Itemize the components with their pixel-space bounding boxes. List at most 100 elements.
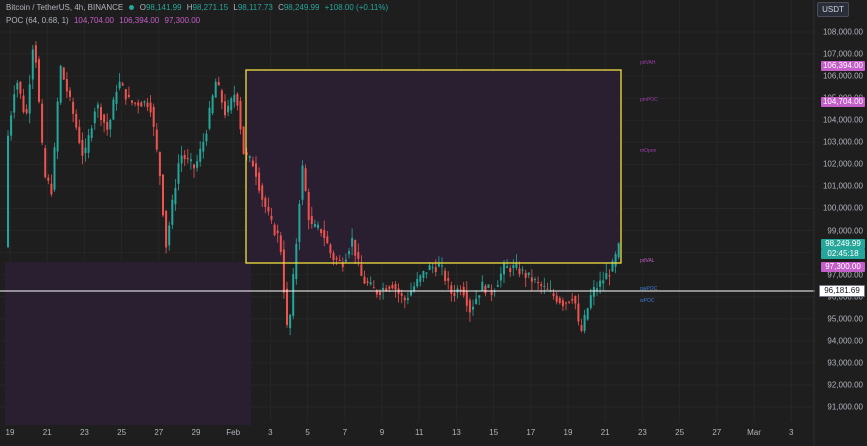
time-tick-label: 19	[563, 428, 573, 437]
candle-body	[317, 224, 319, 228]
indicator-name: POC (64, 0.68, 1)	[6, 16, 69, 25]
candle-body	[196, 161, 199, 168]
close-value: 98,249.99	[283, 3, 320, 12]
price-tick-label: 102,000.00	[822, 159, 863, 169]
time-tick-label: 3	[268, 428, 273, 437]
indicator-legend[interactable]: POC (64, 0.68, 1) 104,704.00 106,394.00 …	[6, 16, 203, 25]
candle-body	[273, 224, 276, 235]
candle-body	[568, 301, 571, 303]
candle-body	[540, 284, 543, 286]
candle-body	[487, 284, 490, 288]
candle-body	[177, 163, 180, 184]
symbol-legend[interactable]: Bitcoin / TetherUS, 4h, BINANCE O98,141.…	[6, 3, 391, 12]
time-tick-label: 29	[191, 428, 201, 437]
level-label-pmpoc: pmPOC	[640, 97, 658, 103]
candle-body	[400, 293, 403, 296]
candle-body	[503, 263, 505, 275]
candle-body	[444, 270, 447, 282]
candle-body	[158, 152, 161, 177]
candle-body	[205, 133, 208, 142]
candle-body	[202, 141, 205, 152]
candle-body	[112, 99, 115, 120]
time-tick-label: 25	[117, 428, 127, 437]
candle-body	[481, 281, 484, 292]
candle-body	[162, 174, 164, 216]
candle-body	[7, 135, 9, 248]
candle-body	[96, 104, 99, 109]
candle-body	[338, 260, 341, 262]
candle-body	[180, 155, 183, 164]
candle-body	[28, 84, 31, 114]
candle-body	[131, 100, 133, 103]
candle-body	[537, 282, 540, 283]
candle-body	[56, 101, 59, 152]
candle-body	[499, 273, 502, 281]
candle-body	[617, 243, 620, 258]
candle-body	[171, 199, 174, 225]
candle-body	[109, 119, 112, 130]
candle-body	[236, 93, 239, 106]
candle-body	[506, 266, 509, 269]
candle-body	[558, 297, 561, 304]
candle-body	[230, 98, 233, 111]
candle-body	[155, 129, 158, 150]
candle-body	[465, 290, 468, 306]
candle-body	[475, 298, 478, 304]
price-chart[interactable]	[0, 0, 867, 446]
candle-body	[143, 101, 146, 103]
candle-body	[335, 257, 338, 260]
candle-body	[270, 215, 273, 220]
candle-body	[416, 278, 419, 287]
price-tick-label: 101,000.00	[822, 181, 863, 191]
candle-body	[332, 252, 335, 261]
candle-body	[605, 273, 608, 280]
candle-body	[304, 168, 307, 191]
candle-body	[574, 296, 577, 304]
candle-body	[512, 265, 515, 269]
candle-body	[255, 163, 257, 177]
price-tick-label: 103,000.00	[822, 137, 863, 147]
candle-body	[289, 314, 292, 329]
price-tick-label: 106,000.00	[822, 71, 863, 81]
candle-body	[592, 287, 595, 297]
price-tick-label: 108,000.00	[822, 27, 863, 37]
candle-body	[583, 314, 586, 331]
time-tick-label: 17	[526, 428, 536, 437]
candle-body	[403, 297, 406, 301]
candle-body	[19, 81, 22, 94]
candle-body	[261, 185, 264, 200]
candle-body	[282, 249, 285, 293]
candle-body	[320, 229, 323, 234]
candle-body	[208, 107, 211, 129]
candle-body	[298, 203, 301, 242]
price-tick-label: 100,000.00	[822, 203, 863, 213]
price-tick-label: 104,000.00	[822, 115, 863, 125]
candle-body	[515, 263, 518, 269]
candle-body	[47, 177, 50, 181]
candle-body	[323, 230, 326, 239]
time-tick-label: 5	[305, 428, 310, 437]
time-tick-label: 3	[788, 428, 794, 437]
candle-body	[425, 272, 428, 274]
time-tick-label: 27	[154, 428, 164, 437]
candle-body	[437, 263, 440, 267]
candle-body	[524, 272, 527, 278]
candle-body	[484, 285, 487, 294]
candle-body	[227, 105, 230, 113]
candle-body	[149, 102, 152, 113]
candle-body	[199, 148, 202, 162]
candle-body	[329, 244, 332, 254]
candle-body	[518, 268, 521, 275]
candle-body	[100, 107, 102, 120]
candle-body	[267, 206, 270, 212]
time-tick-label: Feb	[226, 428, 241, 437]
candle-body	[354, 239, 357, 256]
currency-button[interactable]: USDT	[817, 2, 849, 17]
candle-body	[189, 159, 192, 162]
candle-body	[326, 236, 329, 244]
candle-body	[134, 102, 137, 104]
candle-body	[478, 295, 481, 298]
candle-body	[118, 81, 121, 89]
time-tick-label: 25	[675, 428, 685, 437]
candle-body	[22, 95, 25, 113]
